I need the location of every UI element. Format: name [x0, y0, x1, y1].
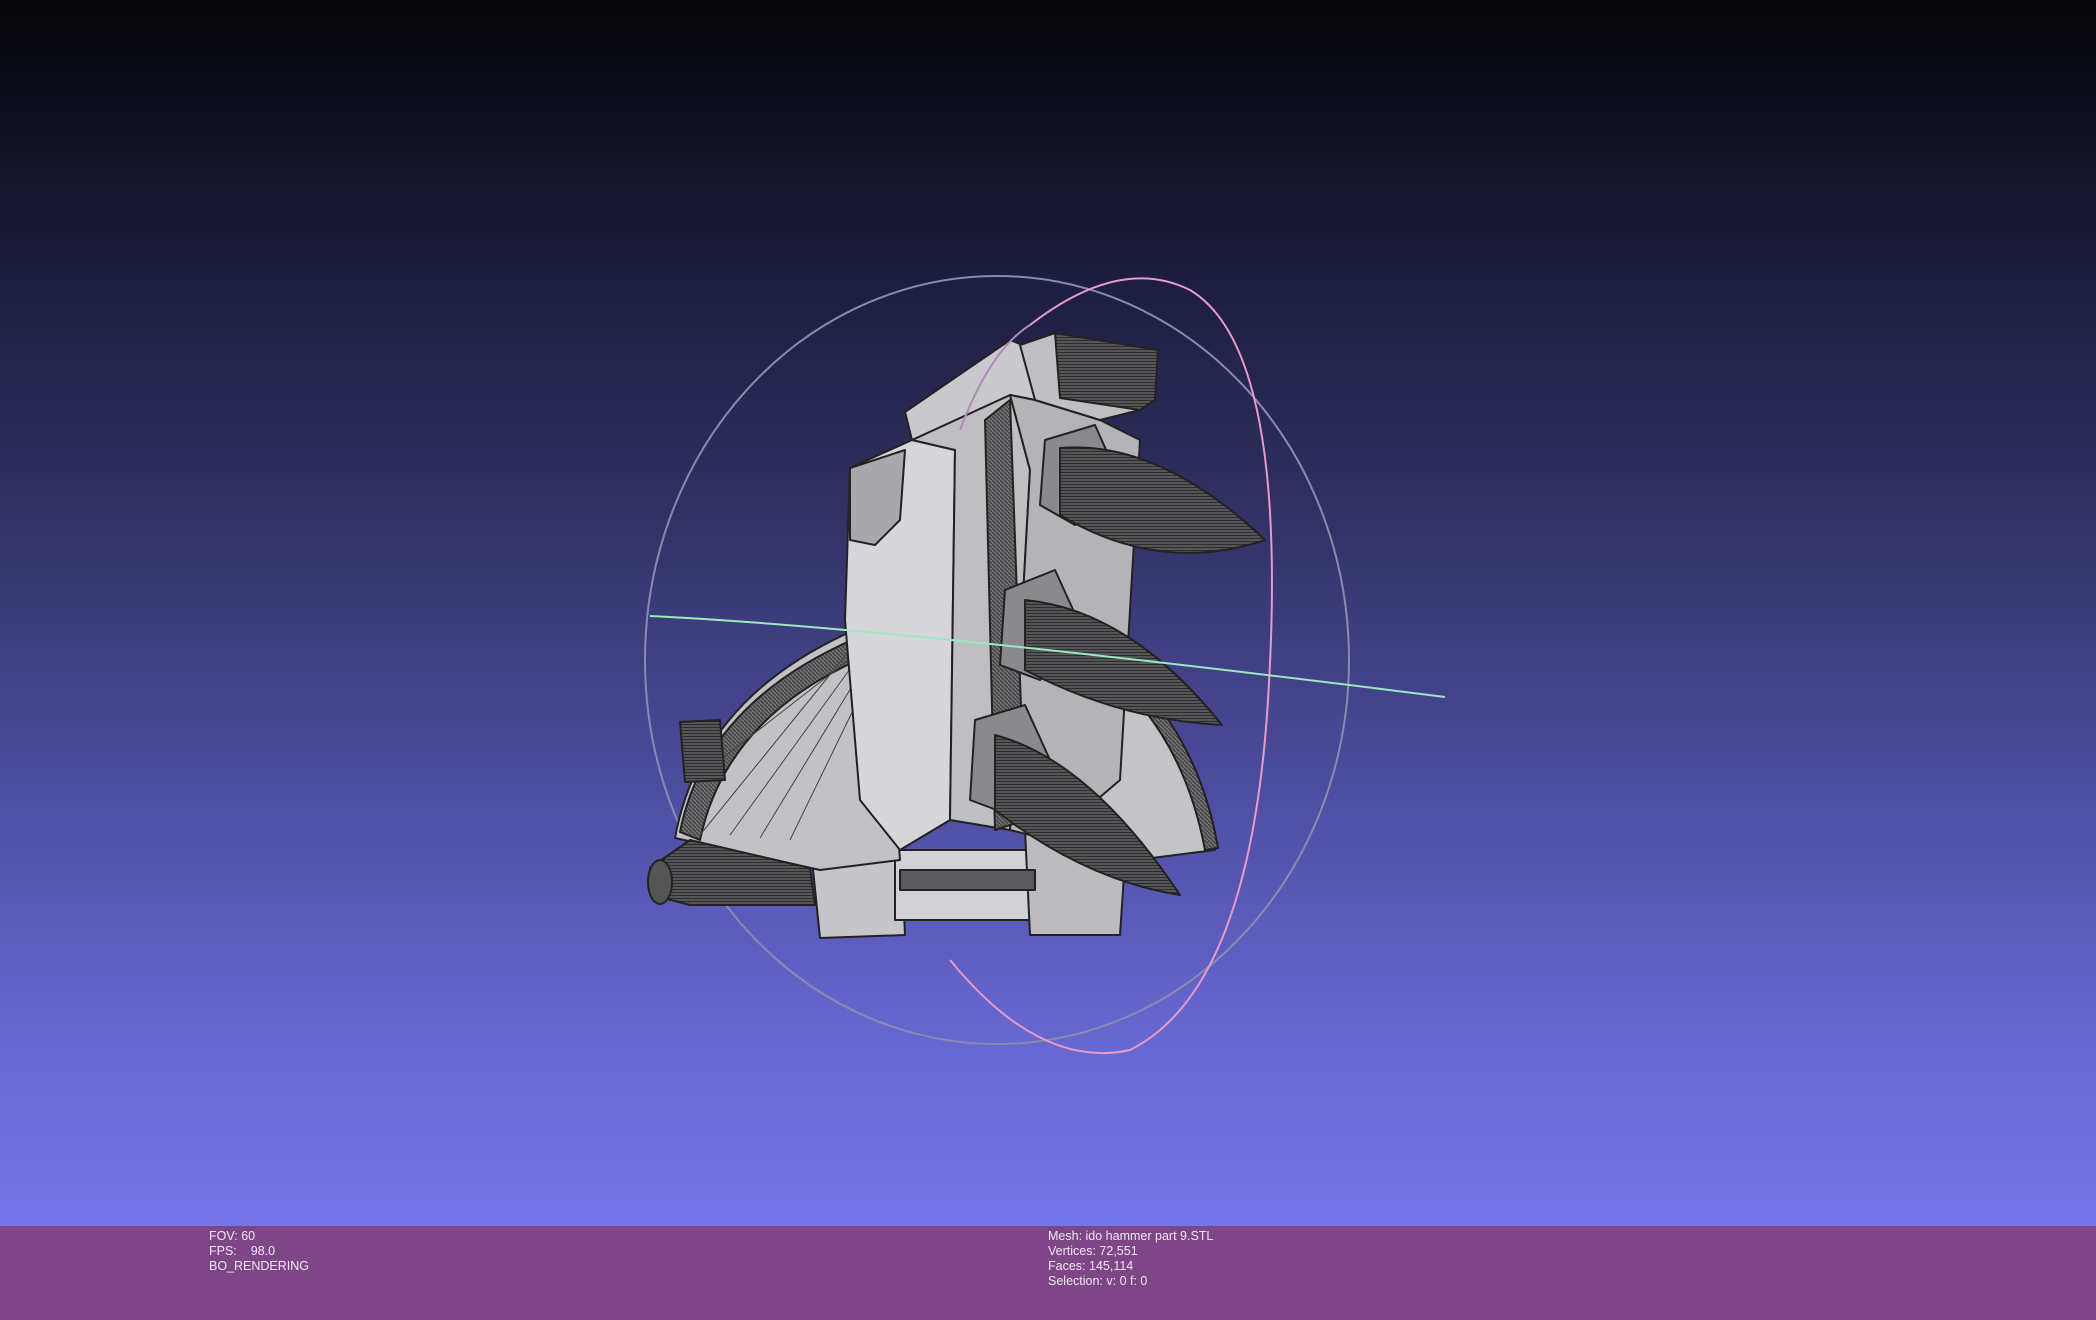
mesh-info-panel: Mesh: ido hammer part 9.STL Vertices: 72… — [1048, 1229, 1213, 1289]
selection-value: v: 0 f: 0 — [1106, 1274, 1148, 1288]
vertices-value: 72,551 — [1099, 1244, 1138, 1258]
mesh-base-step — [899, 869, 1036, 891]
mesh-scene[interactable] — [0, 0, 2096, 1226]
vertices-readout: Vertices: 72,551 — [1048, 1244, 1213, 1259]
fov-label: FOV: — [209, 1229, 238, 1243]
fov-value: 60 — [241, 1229, 256, 1243]
fps-value: 98.0 — [250, 1244, 276, 1258]
faces-label: Faces: — [1048, 1259, 1086, 1273]
render-mode: BO_RENDERING — [209, 1259, 310, 1273]
mesh-name: ido hammer part 9.STL — [1085, 1229, 1214, 1243]
fps-readout: FPS: 98.0 — [209, 1244, 309, 1259]
fov-readout: FOV: 60 — [209, 1229, 309, 1244]
mesh-label: Mesh: — [1048, 1229, 1083, 1243]
mesh-cylinder-cap — [647, 859, 673, 905]
status-bar: FOV: 60 FPS: 98.0 BO_RENDERING Mesh: ido … — [0, 1226, 2096, 1320]
selection-readout: Selection: v: 0 f: 0 — [1048, 1274, 1213, 1289]
mesh-left-small-block — [679, 719, 726, 783]
3d-viewport[interactable] — [0, 0, 2096, 1226]
mesh-top-block-end — [1054, 332, 1159, 411]
faces-value: 145,114 — [1089, 1259, 1134, 1273]
faces-readout: Faces: 145,114 — [1048, 1259, 1213, 1274]
mesh-model[interactable] — [647, 332, 1266, 939]
render-info-panel: FOV: 60 FPS: 98.0 BO_RENDERING — [209, 1229, 309, 1274]
selection-label: Selection: — [1048, 1274, 1103, 1288]
vertices-label: Vertices: — [1048, 1244, 1096, 1258]
fps-label: FPS: — [209, 1244, 237, 1258]
mesh-name-readout: Mesh: ido hammer part 9.STL — [1048, 1229, 1213, 1244]
